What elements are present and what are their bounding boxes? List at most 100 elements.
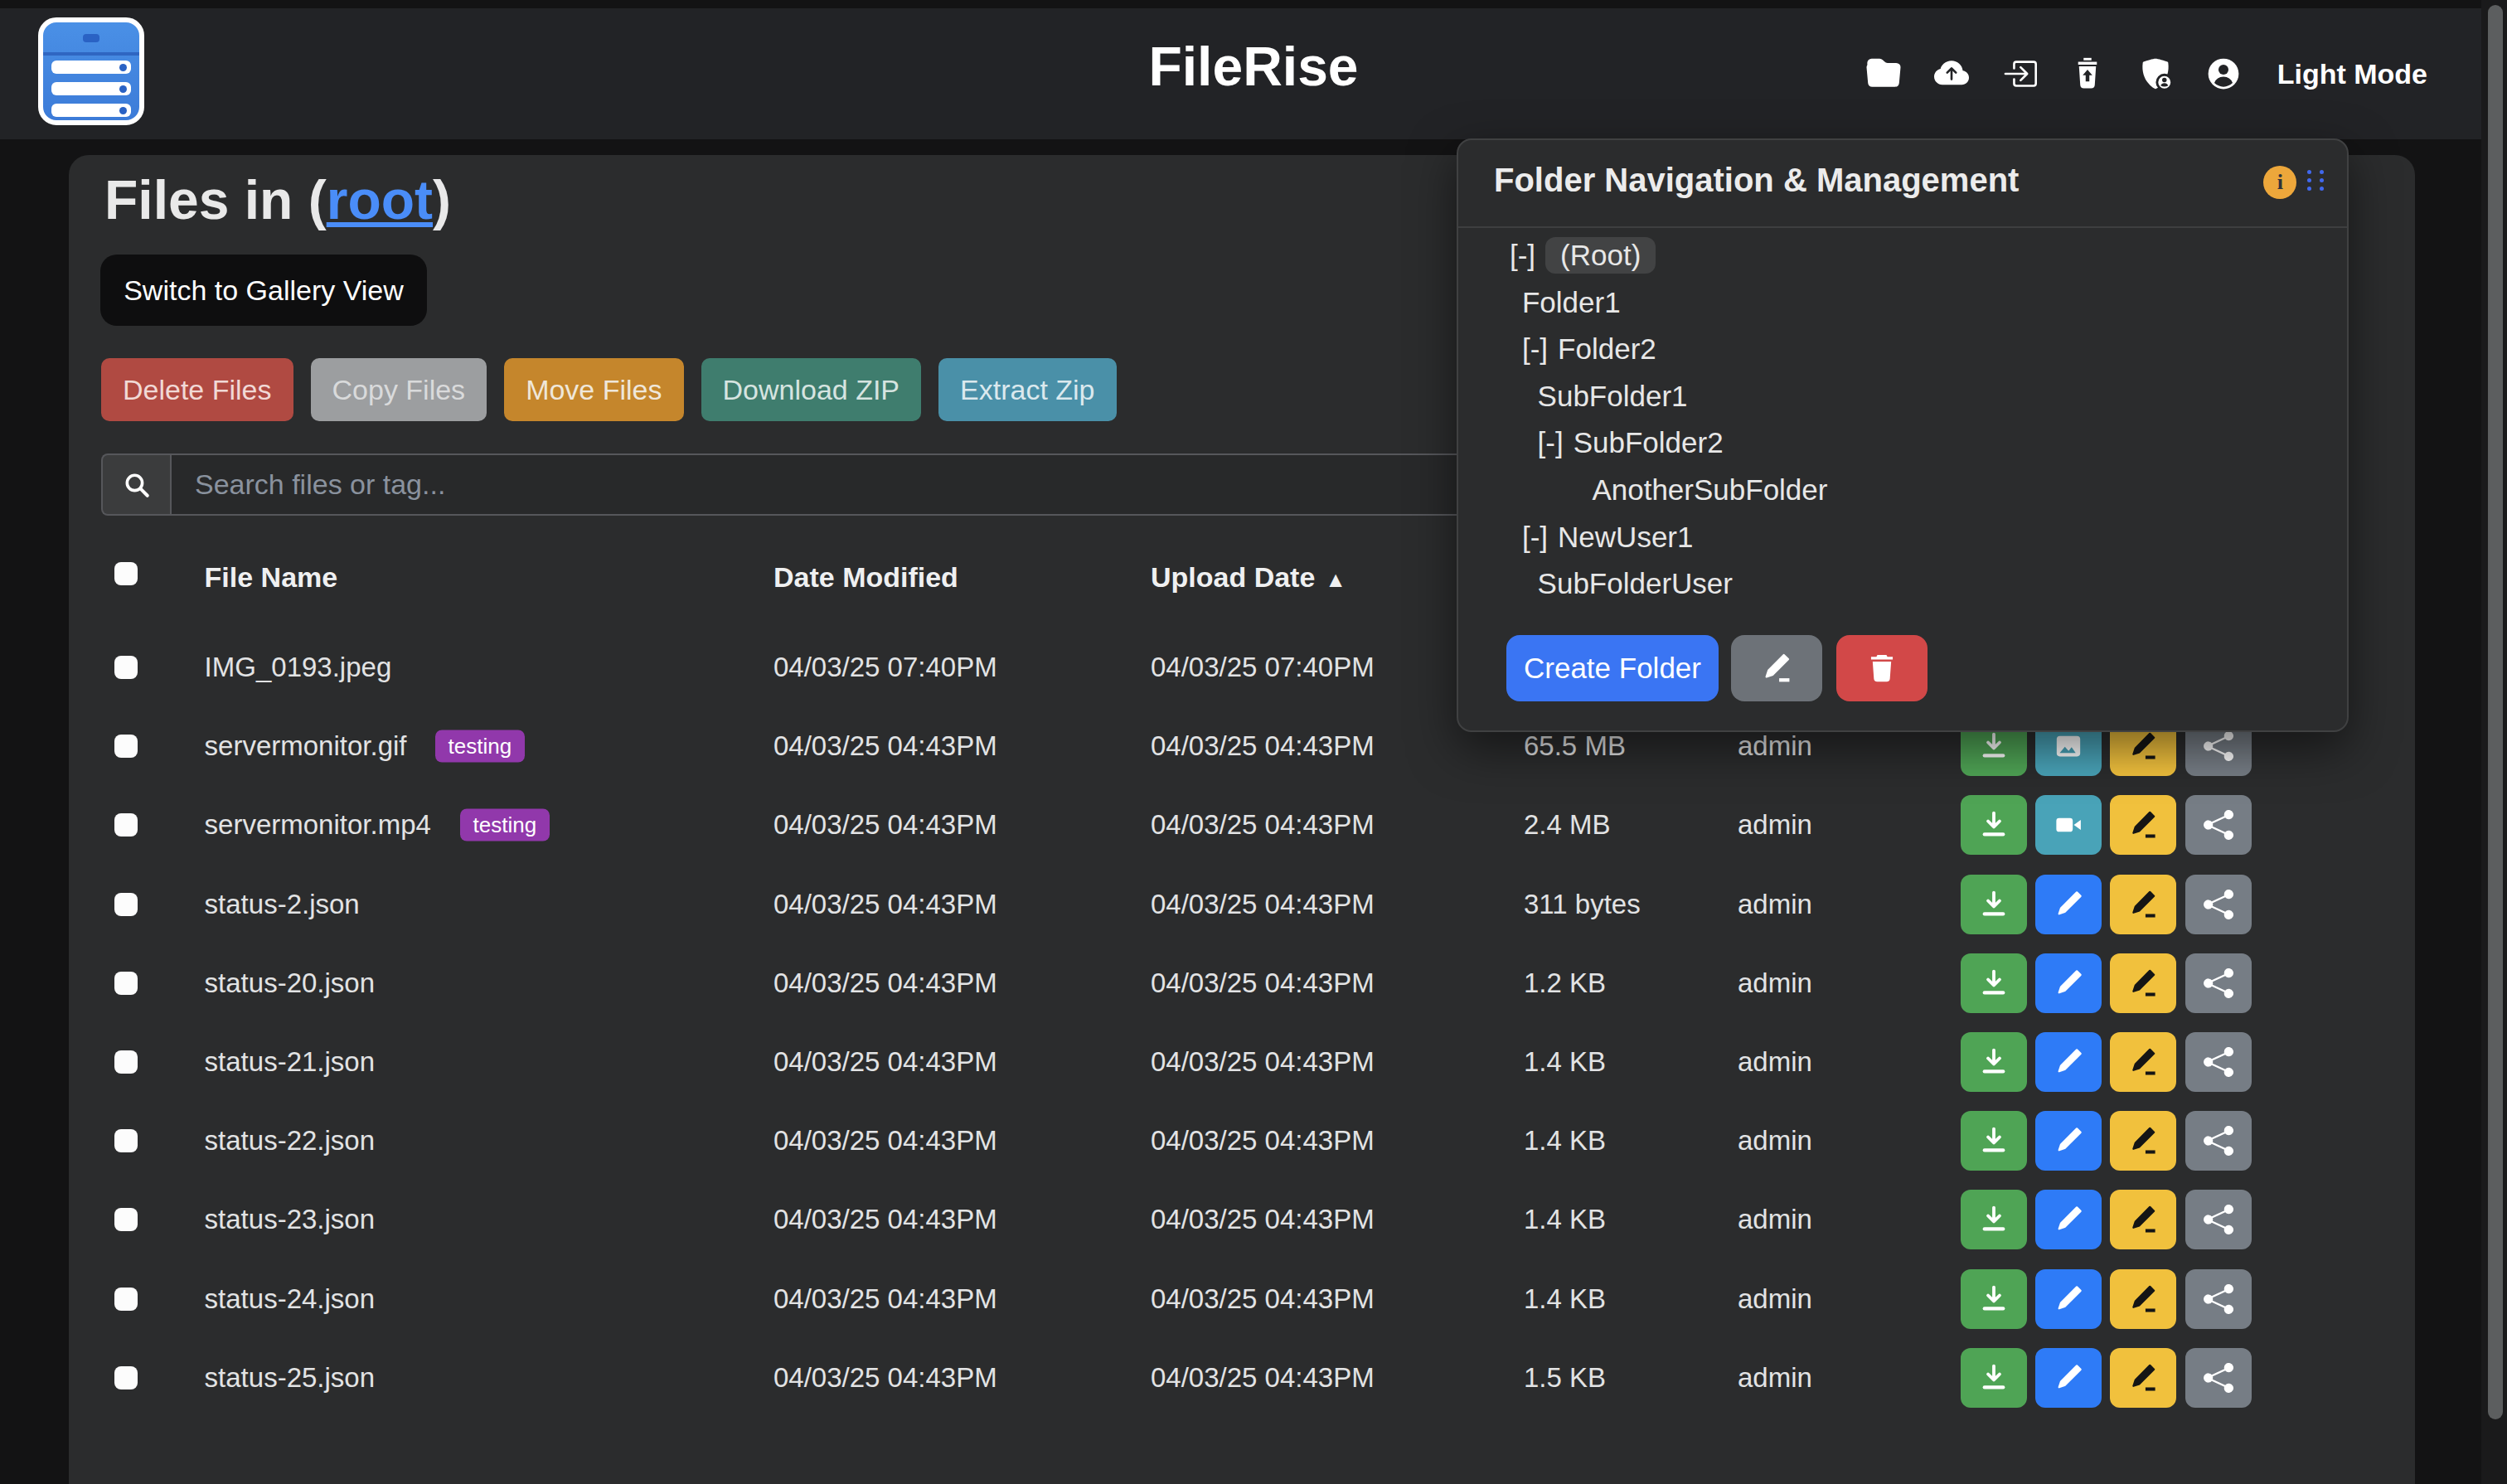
row-checkbox[interactable] — [114, 1208, 138, 1231]
edit-button[interactable] — [2035, 953, 2102, 1013]
rename-button[interactable] — [2110, 1032, 2176, 1092]
file-tag: testing — [435, 730, 526, 763]
download-button[interactable] — [1961, 1269, 2027, 1329]
folder-tree-item[interactable]: Folder1 — [1458, 279, 2346, 326]
copy-files-button[interactable]: Copy Files — [311, 358, 487, 421]
shield-user-icon[interactable] — [2138, 56, 2173, 91]
share-button[interactable] — [2185, 875, 2252, 934]
column-upload-date[interactable]: Upload Date▲ — [1151, 561, 1346, 594]
row-checkbox[interactable] — [114, 1129, 138, 1152]
date-modified: 04/03/25 04:43PM — [773, 809, 997, 841]
row-checkbox[interactable] — [114, 972, 138, 995]
delete-files-button[interactable]: Delete Files — [101, 358, 293, 421]
edit-button[interactable] — [2035, 1348, 2102, 1408]
folder-name: SubFolder2 — [1574, 426, 1724, 459]
edit-button[interactable] — [2035, 1269, 2102, 1329]
download-button[interactable] — [1961, 1032, 2027, 1092]
rename-button[interactable] — [2110, 953, 2176, 1013]
edit-button[interactable] — [2035, 875, 2102, 934]
rename-button[interactable] — [2110, 1348, 2176, 1408]
edit-button[interactable] — [2035, 1190, 2102, 1249]
search-icon[interactable] — [101, 453, 170, 516]
rename-button[interactable] — [2110, 1269, 2176, 1329]
download-button[interactable] — [1961, 1190, 2027, 1249]
download-button[interactable] — [1961, 1111, 2027, 1171]
share-button[interactable] — [2185, 1111, 2252, 1171]
folder-tree: [-](Root)Folder1[-]Folder2SubFolder1 [-] S… — [1458, 232, 2346, 608]
delete-folder-button[interactable] — [1836, 635, 1928, 701]
share-button[interactable] — [2185, 795, 2252, 855]
rename-button[interactable] — [2110, 795, 2176, 855]
row-checkbox[interactable] — [114, 1288, 138, 1311]
file-name[interactable]: IMG_0193.jpeg — [205, 652, 392, 683]
select-all-checkbox[interactable] — [114, 562, 138, 585]
folder-tree-item[interactable]: AnotherSubFolder — [1458, 467, 2346, 514]
column-file-name[interactable]: File Name — [205, 561, 338, 594]
rename-button[interactable] — [2110, 1111, 2176, 1171]
extract-files-button[interactable]: Extract Zip — [938, 358, 1116, 421]
row-checkbox[interactable] — [114, 656, 138, 679]
download-button[interactable] — [1961, 1348, 2027, 1408]
column-date-modified[interactable]: Date Modified — [773, 561, 958, 594]
gallery-view-button[interactable]: Switch to Gallery View — [100, 255, 427, 326]
account-icon[interactable] — [2206, 56, 2241, 91]
file-name[interactable]: servermonitor.mp4 — [205, 809, 431, 841]
folder-tree-item[interactable]: [-]Folder2 — [1458, 326, 2346, 373]
page-scrollbar[interactable] — [2481, 0, 2507, 1484]
edit-button[interactable] — [2035, 1111, 2102, 1171]
file-name[interactable]: status-21.json — [205, 1046, 375, 1078]
collapse-toggle[interactable]: [-] — [1510, 239, 1535, 272]
sign-in-icon[interactable] — [2002, 56, 2037, 91]
folder-tree-item[interactable]: [-] SubFolder2 — [1458, 419, 2346, 467]
rename-button[interactable] — [2110, 1190, 2176, 1249]
file-size: 1.4 KB — [1524, 1046, 1606, 1078]
share-button[interactable] — [2185, 953, 2252, 1013]
move-files-button[interactable]: Move Files — [504, 358, 683, 421]
drag-handle-icon[interactable] — [2307, 170, 2324, 191]
collapse-toggle[interactable]: [-] — [1538, 426, 1564, 459]
folder-tree-item[interactable]: SubFolder1 — [1458, 373, 2346, 420]
file-name[interactable]: status-20.json — [205, 968, 375, 999]
row-checkbox[interactable] — [114, 813, 138, 837]
share-button[interactable] — [2185, 1269, 2252, 1329]
file-row: status-2.json04/03/25 04:43PM04/03/25 04… — [69, 865, 2415, 943]
info-icon[interactable]: i — [2263, 166, 2296, 199]
download-button[interactable] — [1961, 795, 2027, 855]
file-name[interactable]: status-23.json — [205, 1204, 375, 1235]
date-modified: 04/03/25 04:43PM — [773, 1362, 997, 1394]
share-button[interactable] — [2185, 1348, 2252, 1408]
edit-button[interactable] — [2035, 1032, 2102, 1092]
trash-restore-icon[interactable] — [2070, 56, 2105, 91]
collapse-toggle[interactable]: [-] — [1522, 521, 1548, 554]
share-button[interactable] — [2185, 1032, 2252, 1092]
file-name[interactable]: status-22.json — [205, 1125, 375, 1157]
rename-button[interactable] — [2110, 875, 2176, 934]
file-name[interactable]: status-2.json — [205, 889, 360, 920]
download-button[interactable] — [1961, 875, 2027, 934]
download-button[interactable] — [1961, 953, 2027, 1013]
dlzip-files-button[interactable]: Download ZIP — [701, 358, 922, 421]
share-button[interactable] — [2185, 1190, 2252, 1249]
light-mode-toggle[interactable]: Light Mode — [2277, 58, 2427, 90]
folder-tree-item[interactable]: SubFolderUser — [1458, 560, 2346, 608]
file-name[interactable]: status-24.json — [205, 1283, 375, 1315]
preview-button[interactable] — [2035, 795, 2102, 855]
file-uploader: admin — [1738, 730, 1812, 762]
create-folder-button[interactable]: Create Folder — [1506, 635, 1719, 701]
file-uploader: admin — [1738, 1204, 1812, 1235]
folder-tree-item[interactable]: [-]NewUser1 — [1458, 513, 2346, 560]
file-name[interactable]: status-25.json — [205, 1362, 375, 1394]
row-checkbox[interactable] — [114, 893, 138, 916]
folder-panel-title: Folder Navigation & Management — [1494, 162, 2019, 199]
file-name[interactable]: servermonitor.gif — [205, 730, 407, 762]
cloud-upload-icon[interactable] — [1934, 56, 1969, 91]
rename-folder-button[interactable] — [1731, 635, 1822, 701]
collapse-toggle[interactable]: [-] — [1522, 332, 1548, 366]
root-link[interactable]: root — [327, 169, 433, 230]
folder-icon[interactable] — [1866, 56, 1901, 91]
row-checkbox[interactable] — [114, 1366, 138, 1389]
folder-tree-item[interactable]: [-](Root) — [1458, 232, 2346, 279]
row-checkbox[interactable] — [114, 1050, 138, 1074]
row-checkbox[interactable] — [114, 735, 138, 758]
scrollbar-thumb[interactable] — [2488, 5, 2503, 1419]
